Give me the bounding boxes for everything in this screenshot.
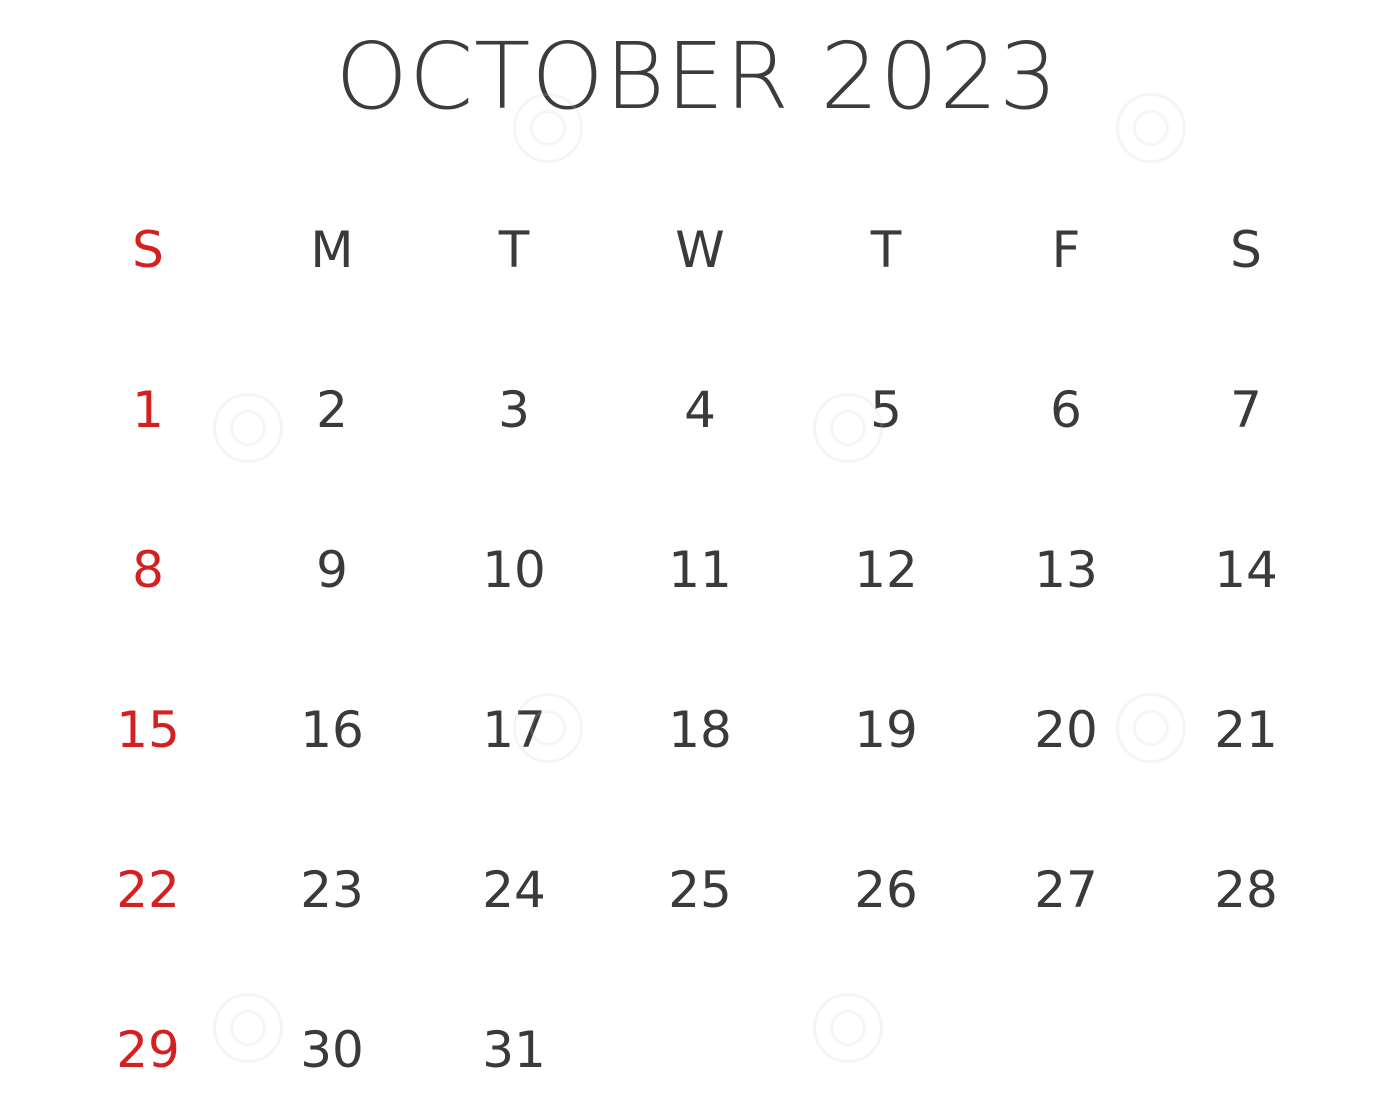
day-cell: 1 xyxy=(132,381,164,439)
calendar-title: OCTOBER 2023 xyxy=(335,23,1059,130)
day-cell: 8 xyxy=(132,541,164,599)
day-cell: 21 xyxy=(1214,701,1278,759)
day-cell: 11 xyxy=(668,541,732,599)
weekday-header: W xyxy=(675,221,725,279)
day-cell: 14 xyxy=(1214,541,1278,599)
day-cell: 5 xyxy=(870,381,902,439)
weekday-header: S xyxy=(132,221,164,279)
day-cell: 30 xyxy=(300,1021,364,1079)
weekday-header: T xyxy=(870,221,902,279)
day-cell: 29 xyxy=(116,1021,180,1079)
watermark-swirl xyxy=(813,993,883,1063)
day-cell: 31 xyxy=(482,1021,546,1079)
day-cell: 18 xyxy=(668,701,732,759)
weekday-header: M xyxy=(310,221,354,279)
day-cell: 23 xyxy=(300,861,364,919)
day-cell: 19 xyxy=(854,701,918,759)
day-cell: 22 xyxy=(116,861,180,919)
weekday-header: F xyxy=(1051,221,1081,279)
day-cell: 7 xyxy=(1230,381,1262,439)
day-cell: 15 xyxy=(116,701,180,759)
weekday-header: T xyxy=(498,221,530,279)
day-cell: 26 xyxy=(854,861,918,919)
day-cell: 24 xyxy=(482,861,546,919)
day-cell: 27 xyxy=(1034,861,1098,919)
day-cell: 20 xyxy=(1034,701,1098,759)
day-cell: 4 xyxy=(684,381,716,439)
day-cell: 17 xyxy=(482,701,546,759)
day-cell: 6 xyxy=(1050,381,1082,439)
day-cell: 13 xyxy=(1034,541,1098,599)
day-cell: 2 xyxy=(316,381,348,439)
day-cell: 25 xyxy=(668,861,732,919)
day-cell: 3 xyxy=(498,381,530,439)
day-cell: 9 xyxy=(316,541,348,599)
day-cell: 10 xyxy=(482,541,546,599)
weekday-header: S xyxy=(1230,221,1262,279)
day-cell: 12 xyxy=(854,541,918,599)
day-cell: 28 xyxy=(1214,861,1278,919)
day-cell: 16 xyxy=(300,701,364,759)
